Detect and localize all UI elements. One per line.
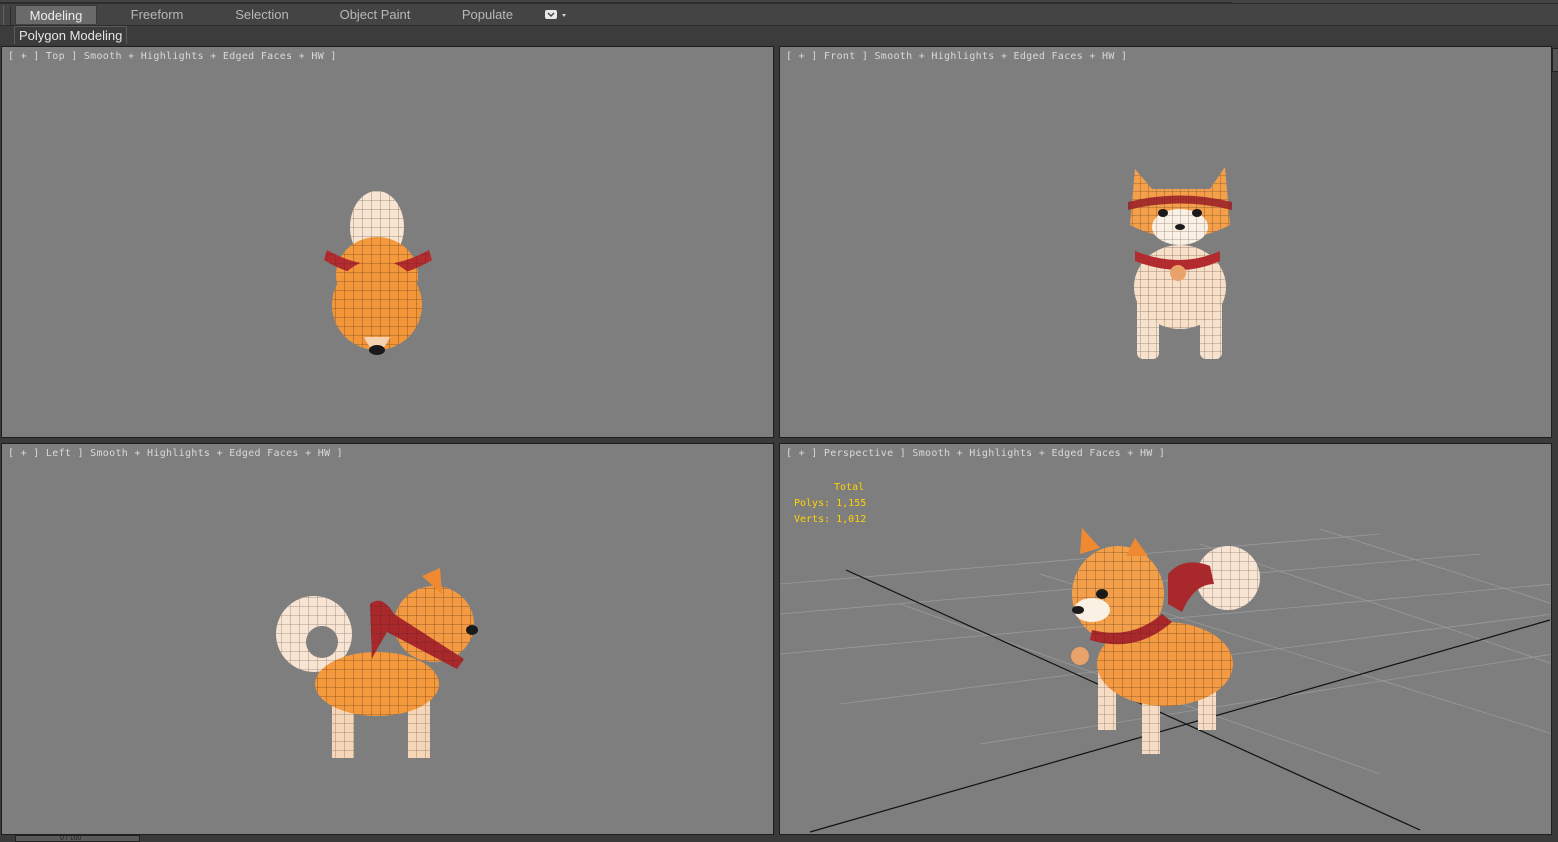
ribbon-panel (0, 25, 1558, 46)
viewport-front[interactable]: [ + ] Front ] Smooth + Highlights + Edge… (779, 46, 1552, 438)
tab-selection[interactable]: Selection (222, 5, 302, 24)
tab-freeform[interactable]: Freeform (117, 5, 197, 24)
time-slider-label: 0 / 100 (60, 836, 82, 842)
viewport-left[interactable]: [ + ] Left ] Smooth + Highlights + Edged… (1, 443, 774, 835)
ribbon-divider (0, 2, 1232, 3)
dog-model-top-view (324, 191, 432, 355)
perspective-scene (780, 528, 1551, 833)
tab-populate[interactable]: Populate (450, 5, 525, 24)
dog-model-front-view (1128, 167, 1232, 359)
bottom-status-bar (0, 836, 1558, 842)
ribbon-options-dropdown[interactable] (543, 8, 569, 22)
viewport-perspective[interactable]: [ + ] Perspective ] Smooth + Highlights … (779, 443, 1552, 835)
ribbon-tab-bar: Modeling Freeform Selection Object Paint… (0, 0, 1558, 25)
tab-modeling[interactable]: Modeling (15, 5, 97, 24)
panel-polygon-modeling[interactable]: Polygon Modeling (14, 26, 128, 45)
viewport-top[interactable]: [ + ] Top ] Smooth + Highlights + Edged … (1, 46, 774, 438)
viewport-scroll-thumb[interactable] (1552, 48, 1558, 72)
dog-model-left-view (276, 568, 478, 758)
tab-object-paint[interactable]: Object Paint (330, 5, 420, 24)
ribbon-options-icon (545, 10, 566, 19)
viewport-scrollbar[interactable] (1552, 44, 1558, 836)
